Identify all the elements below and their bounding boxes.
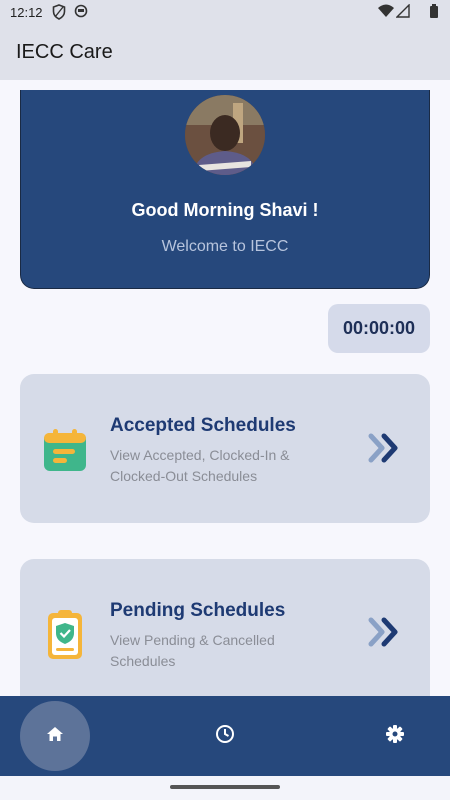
status-bar: 12:12 [0,0,450,24]
card-title: Accepted Schedules [110,415,296,436]
app-title: IECC Care [16,41,113,63]
clipboard-shield-icon [42,609,88,666]
gear-icon [385,724,405,749]
card-description: View Pending & Cancelled Schedules [110,632,275,669]
wifi-icon [378,4,394,21]
face-status-icon [74,4,88,21]
system-navigation-bar [0,776,450,800]
card-title: Pending Schedules [110,600,286,621]
app-bar: IECC Care [0,24,450,80]
greeting-banner: Good Morning Shavi ! Welcome to IECC [20,90,430,289]
accepted-schedules-card[interactable]: Accepted Schedules View Accepted, Clocke… [20,374,430,523]
nav-history[interactable] [190,701,260,771]
welcome-text: Welcome to IECC [161,238,289,255]
greeting-text: Good Morning Shavi ! [131,200,319,220]
clock-icon [215,724,235,749]
gesture-handle[interactable] [170,785,280,789]
calendar-icon [42,427,88,478]
signal-icon [395,3,410,21]
card-description: View Accepted, Clocked-In & Clocked-Out … [110,447,290,484]
nav-home[interactable] [20,701,90,771]
bottom-navigation [0,696,450,776]
status-time: 12:12 [10,5,43,20]
double-chevron-right-icon[interactable] [368,617,402,652]
nav-settings[interactable] [360,701,430,771]
avatar[interactable] [185,95,265,175]
home-icon [46,726,64,747]
battery-icon [430,4,438,21]
clock-timer: 00:00:00 [328,304,430,353]
pending-schedules-card[interactable]: Pending Schedules View Pending & Cancell… [20,559,430,699]
double-chevron-right-icon[interactable] [368,433,402,468]
shield-status-icon [52,4,66,23]
